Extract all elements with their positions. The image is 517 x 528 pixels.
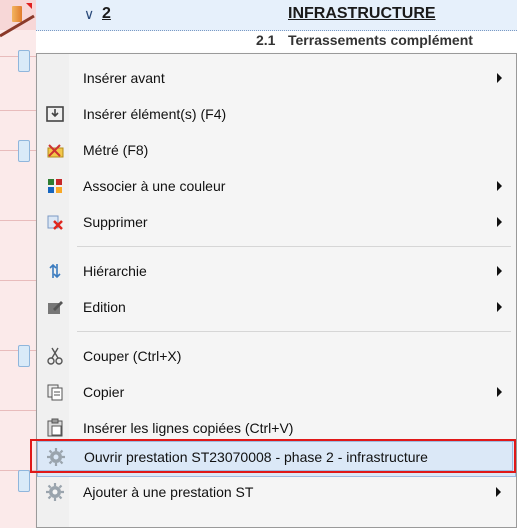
gear-icon	[47, 448, 65, 466]
menu-item-associer-couleur[interactable]: Associer à une couleur	[37, 168, 516, 204]
menu-item-label: Métré (F8)	[83, 142, 149, 158]
menu-item-label: Ajouter à une prestation ST	[83, 484, 254, 500]
submenu-arrow-icon	[497, 73, 502, 83]
menu-item-couper[interactable]: Couper (Ctrl+X)	[37, 338, 516, 374]
menu-item-label: Couper (Ctrl+X)	[83, 348, 182, 364]
row-number: 2	[102, 5, 111, 22]
menu-item-ajouter-prestation[interactable]: Ajouter à une prestation ST	[37, 474, 515, 510]
grid-header-row[interactable]: ∨ 2 INFRASTRUCTURE	[0, 0, 517, 31]
sub-row-number: 2.1	[256, 32, 276, 48]
menu-separator	[77, 246, 511, 247]
menu-item-label: Insérer les lignes copiées (Ctrl+V)	[83, 420, 294, 436]
submenu-arrow-icon	[496, 487, 501, 497]
menu-item-label: Ouvrir prestation ST23070008 - phase 2 -…	[84, 449, 428, 465]
left-gutter	[0, 30, 36, 528]
menu-item-edition[interactable]: Edition	[37, 289, 516, 325]
menu-item-hierarchie[interactable]: Hiérarchie	[37, 253, 516, 289]
menu-item-label: Edition	[83, 299, 126, 315]
menu-item-label: Hiérarchie	[83, 263, 147, 279]
menu-item-label: Supprimer	[83, 214, 148, 230]
menu-separator	[77, 331, 511, 332]
copy-icon	[47, 384, 63, 401]
row-title: INFRASTRUCTURE	[288, 5, 436, 22]
menu-item-label: Copier	[83, 384, 125, 400]
sub-row-title: Terrassements complément	[288, 32, 473, 48]
menu-item-label: Insérer élément(s) (F4)	[83, 106, 227, 122]
submenu-arrow-icon	[497, 181, 502, 191]
annotation-arrow	[0, 14, 35, 38]
menu-item-ouvrir-prestation-active[interactable]: Ouvrir prestation ST23070008 - phase 2 -…	[37, 441, 513, 471]
grid-sub-row[interactable]: 2.1 Terrassements complément	[36, 30, 517, 52]
insert-element-icon	[46, 106, 64, 122]
menu-item-copier[interactable]: Copier	[37, 374, 516, 410]
delete-icon	[47, 215, 63, 230]
menu-item-metre[interactable]: Métré (F8)	[37, 132, 516, 168]
hierarchy-arrows-icon	[49, 263, 61, 279]
menu-item-inserer-elements[interactable]: Insérer élément(s) (F4)	[37, 96, 516, 132]
scissors-icon	[47, 347, 63, 365]
submenu-arrow-icon	[497, 266, 502, 276]
submenu-arrow-icon	[497, 302, 502, 312]
menu-item-supprimer[interactable]: Supprimer	[37, 204, 516, 240]
submenu-arrow-icon	[497, 387, 502, 397]
menu-item-label: Associer à une couleur	[83, 178, 226, 194]
metre-ruler-icon	[47, 144, 64, 158]
paste-icon	[47, 418, 63, 437]
submenu-arrow-icon	[497, 217, 502, 227]
chevron-down-icon[interactable]: ∨	[84, 6, 94, 23]
menu-item-inserer-avant[interactable]: Insérer avant	[37, 60, 516, 96]
edit-icon	[48, 301, 63, 314]
gear-icon	[46, 483, 64, 501]
menu-item-label: Insérer avant	[83, 70, 165, 86]
color-palette-icon	[48, 179, 62, 193]
